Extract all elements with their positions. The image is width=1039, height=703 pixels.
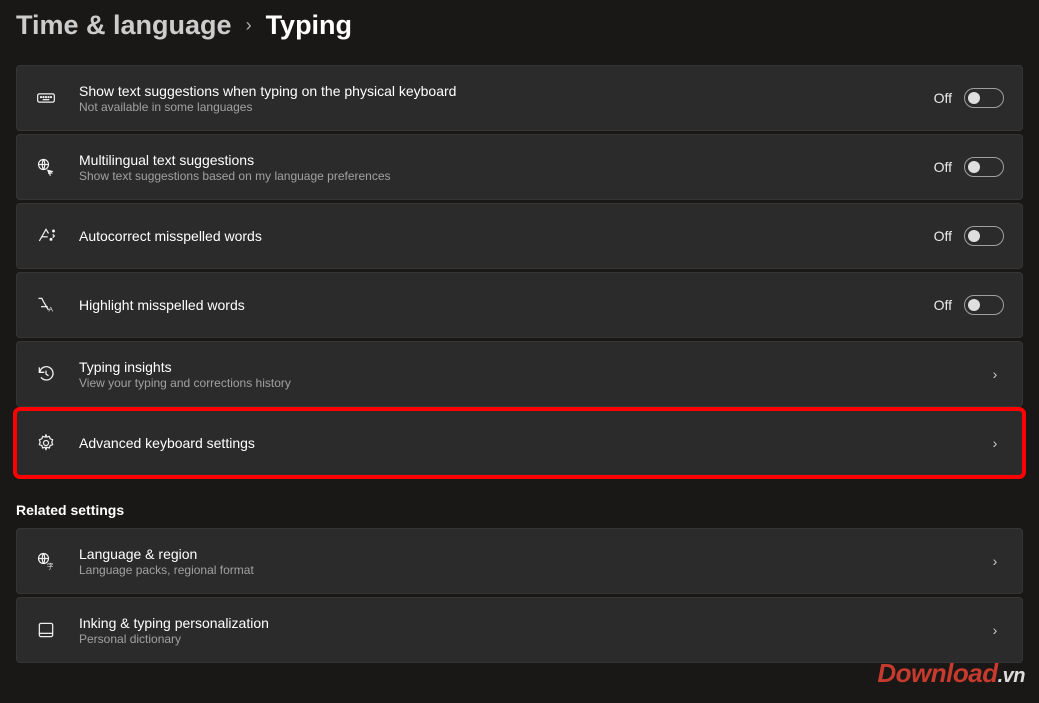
toggle-state-label: Off [934, 297, 952, 313]
keyboard-icon [35, 87, 57, 109]
setting-title: Show text suggestions when typing on the… [79, 83, 912, 99]
setting-autocorrect[interactable]: Autocorrect misspelled words Off [16, 203, 1023, 269]
breadcrumb-current: Typing [266, 10, 352, 41]
chevron-right-icon: › [986, 366, 1004, 382]
svg-text:A: A [49, 307, 54, 314]
toggle-switch[interactable] [964, 88, 1004, 108]
setting-title: Language & region [79, 546, 964, 562]
setting-typing-insights[interactable]: Typing insights View your typing and cor… [16, 341, 1023, 407]
toggle-state-label: Off [934, 228, 952, 244]
setting-subtitle: View your typing and corrections history [79, 376, 964, 390]
chevron-right-icon: › [986, 553, 1004, 569]
related-settings-heading: Related settings [16, 502, 1023, 518]
globe-translate-icon: 字 [35, 156, 57, 178]
chevron-right-icon: › [246, 15, 252, 36]
breadcrumb-parent[interactable]: Time & language [16, 10, 232, 41]
setting-multilingual-suggestions[interactable]: 字 Multilingual text suggestions Show tex… [16, 134, 1023, 200]
settings-list: Show text suggestions when typing on the… [16, 65, 1023, 476]
setting-highlight-misspelled[interactable]: A Highlight misspelled words Off [16, 272, 1023, 338]
setting-title: Inking & typing personalization [79, 615, 964, 631]
svg-text:字: 字 [47, 562, 54, 571]
history-icon [35, 363, 57, 385]
setting-subtitle: Personal dictionary [79, 632, 964, 646]
setting-language-region[interactable]: 字 Language & region Language packs, regi… [16, 528, 1023, 594]
toggle-switch[interactable] [964, 157, 1004, 177]
chevron-right-icon: › [986, 435, 1004, 451]
setting-title: Multilingual text suggestions [79, 152, 912, 168]
related-settings-list: 字 Language & region Language packs, regi… [16, 528, 1023, 663]
toggle-state-label: Off [934, 90, 952, 106]
autocorrect-icon [35, 225, 57, 247]
toggle-switch[interactable] [964, 226, 1004, 246]
setting-advanced-keyboard[interactable]: Advanced keyboard settings › [16, 410, 1023, 476]
setting-subtitle: Show text suggestions based on my langua… [79, 169, 912, 183]
setting-subtitle: Not available in some languages [79, 100, 912, 114]
globe-translate-icon: 字 [35, 550, 57, 572]
gear-icon [35, 432, 57, 454]
tablet-icon [35, 619, 57, 641]
setting-title: Advanced keyboard settings [79, 435, 964, 451]
setting-title: Highlight misspelled words [79, 297, 912, 313]
toggle-state-label: Off [934, 159, 952, 175]
setting-title: Autocorrect misspelled words [79, 228, 912, 244]
setting-subtitle: Language packs, regional format [79, 563, 964, 577]
setting-title: Typing insights [79, 359, 964, 375]
setting-inking-typing-personalization[interactable]: Inking & typing personalization Personal… [16, 597, 1023, 663]
watermark-suffix: .vn [998, 665, 1025, 687]
chevron-right-icon: › [986, 622, 1004, 638]
breadcrumb: Time & language › Typing [16, 10, 1023, 41]
toggle-switch[interactable] [964, 295, 1004, 315]
setting-text-suggestions-physical[interactable]: Show text suggestions when typing on the… [16, 65, 1023, 131]
spellcheck-icon: A [35, 294, 57, 316]
